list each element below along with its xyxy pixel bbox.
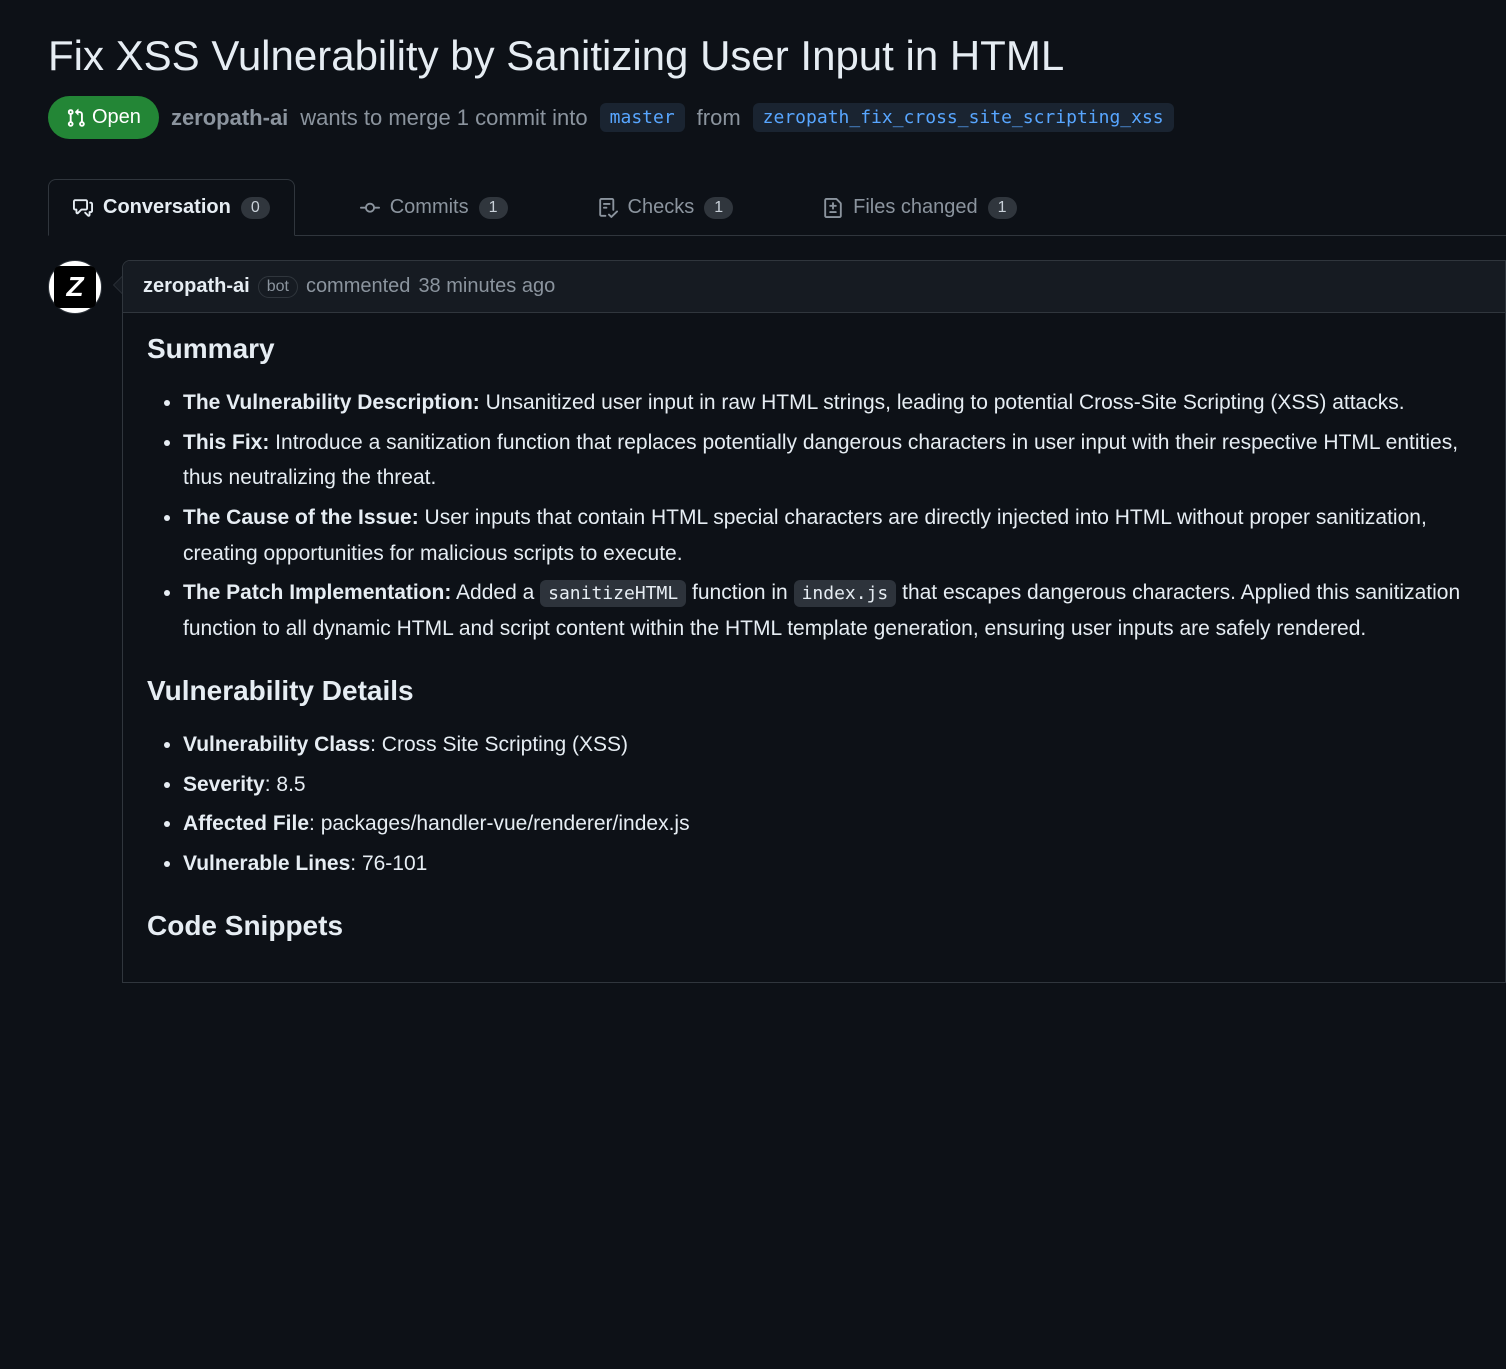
list-item: Vulnerability Class: Cross Site Scriptin… — [183, 727, 1481, 763]
checklist-icon — [598, 198, 618, 218]
details-heading: Vulnerability Details — [147, 675, 1481, 707]
comment-action: commented — [306, 275, 411, 298]
list-item: The Vulnerability Description: Unsanitiz… — [183, 385, 1481, 421]
git-commit-icon — [360, 198, 380, 218]
list-item: Severity: 8.5 — [183, 767, 1481, 803]
tab-counter: 1 — [704, 197, 733, 219]
tab-counter: 1 — [479, 197, 508, 219]
list-item: Vulnerable Lines: 76-101 — [183, 846, 1481, 882]
tab-label: Commits — [390, 196, 469, 219]
pr-title: Fix XSS Vulnerability by Sanitizing User… — [48, 32, 1506, 80]
list-item: Affected File: packages/handler-vue/rend… — [183, 806, 1481, 842]
comment-header: zeropath-ai bot commented 38 minutes ago — [123, 261, 1505, 313]
base-branch[interactable]: master — [600, 103, 685, 132]
tab-files-changed[interactable]: Files changed 1 — [798, 179, 1041, 235]
merge-description: wants to merge 1 commit into — [300, 105, 587, 131]
avatar[interactable]: Z — [48, 260, 102, 314]
list-item: This Fix: Introduce a sanitization funct… — [183, 425, 1481, 496]
pr-author[interactable]: zeropath-ai — [171, 105, 288, 131]
status-label: Open — [92, 106, 141, 129]
inline-code: sanitizeHTML — [540, 580, 686, 607]
pr-meta-row: Open zeropath-ai wants to merge 1 commit… — [48, 96, 1506, 139]
file-diff-icon — [823, 198, 843, 218]
tab-counter: 1 — [988, 197, 1017, 219]
pr-tabs: Conversation 0 Commits 1 Checks 1 Files … — [48, 179, 1506, 236]
snippets-heading: Code Snippets — [147, 910, 1481, 942]
tab-conversation[interactable]: Conversation 0 — [48, 179, 295, 236]
list-item: The Cause of the Issue: User inputs that… — [183, 500, 1481, 571]
comment-box: zeropath-ai bot commented 38 minutes ago… — [122, 260, 1506, 983]
head-branch[interactable]: zeropath_fix_cross_site_scripting_xss — [753, 103, 1174, 132]
details-list: Vulnerability Class: Cross Site Scriptin… — [147, 727, 1481, 882]
tab-commits[interactable]: Commits 1 — [335, 179, 533, 235]
tab-label: Files changed — [853, 196, 978, 219]
bot-badge: bot — [258, 276, 298, 298]
comment-timestamp[interactable]: 38 minutes ago — [418, 275, 555, 298]
comment-discussion-icon — [73, 198, 93, 218]
tab-counter: 0 — [241, 197, 270, 219]
status-badge: Open — [48, 96, 159, 139]
comment-pointer — [113, 276, 122, 294]
comment-body: Summary The Vulnerability Description: U… — [123, 313, 1505, 982]
git-pull-request-icon — [66, 108, 86, 128]
list-item: The Patch Implementation: Added a saniti… — [183, 575, 1481, 646]
avatar-logo: Z — [54, 266, 96, 308]
summary-list: The Vulnerability Description: Unsanitiz… — [147, 385, 1481, 647]
tab-label: Checks — [628, 196, 695, 219]
comment-author[interactable]: zeropath-ai — [143, 275, 250, 298]
summary-heading: Summary — [147, 333, 1481, 365]
tab-label: Conversation — [103, 196, 231, 219]
tab-checks[interactable]: Checks 1 — [573, 179, 759, 235]
from-label: from — [697, 105, 741, 131]
inline-code: index.js — [794, 580, 897, 607]
